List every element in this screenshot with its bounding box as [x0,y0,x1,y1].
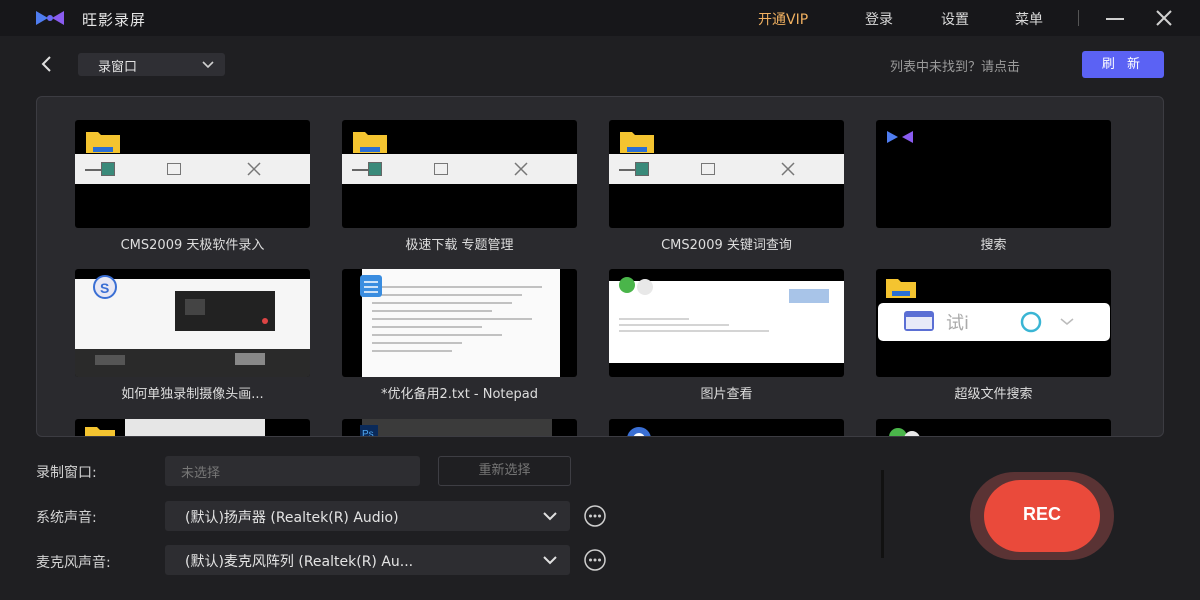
reselect-button[interactable]: 重新选择 [438,456,571,486]
window-title: 搜索 [980,238,1007,253]
window-thumbnail [609,419,844,436]
window-title: CMS2009 关键词查询 [661,238,792,253]
explorer-preview [85,419,265,436]
settings-button[interactable]: 设置 [941,9,969,29]
system-audio-select[interactable]: (默认)扬声器 (Realtek(R) Audio) [165,501,570,531]
chevron-down-icon [543,556,557,565]
system-audio-value: (默认)扬声器 (Realtek(R) Audio) [185,510,399,526]
app-title: 旺影录屏 [82,11,147,29]
window-thumbnail [342,120,577,228]
window-title: 如何单独录制摄像头画... [121,387,264,402]
back-arrow-icon[interactable] [38,55,56,73]
mini-window-bar [609,154,844,184]
capture-mode-select[interactable]: 录窗口 [78,53,225,76]
window-thumbnail: Ps [342,419,577,437]
close-icon [247,162,261,176]
mic-audio-more-icon[interactable] [583,548,607,572]
window-title: *优化备用2.txt - Notepad [381,387,538,402]
search-tool-preview: 试i [878,279,1110,341]
window-thumbnail [75,419,310,436]
mic-audio-select[interactable]: (默认)麦克风阵列 (Realtek(R) Au... [165,545,570,575]
window-thumbnail [75,120,310,228]
folder-icon [620,132,654,153]
titlebar-divider [1078,10,1079,26]
window-thumbnail: 试i [876,269,1111,377]
close-icon [781,162,795,176]
browser-preview: S [75,275,310,377]
record-window-field[interactable]: 未选择 [165,456,420,486]
rec-button-label: REC [1022,504,1061,524]
capture-mode-value: 录窗口 [98,60,138,75]
system-audio-label: 系统声音: [36,510,97,526]
not-found-hint: 列表中未找到？请点击 [890,60,1021,75]
vertical-divider [881,470,884,558]
window-thumbnail [609,120,844,228]
mic-audio-value: (默认)麦克风阵列 (Realtek(R) Au... [185,554,414,570]
chevron-down-icon [202,61,214,69]
mini-window-bar [342,154,577,184]
vip-button[interactable]: 开通VIP [758,9,808,29]
folder-icon [353,132,387,153]
folder-icon [86,132,120,153]
window-title: 超级文件搜索 [954,387,1033,402]
app-logo-icon [887,131,913,143]
notepad-preview [360,269,560,377]
close-icon [514,162,528,176]
window-title: CMS2009 天极软件录入 [120,238,265,253]
photoshop-preview: Ps [360,419,552,437]
window-thumbnail [876,120,1111,228]
rec-button[interactable]: REC [970,472,1114,560]
mini-window-bar [75,154,310,184]
login-button[interactable]: 登录 [865,9,893,29]
window-title: 极速下载 专题管理 [405,238,514,253]
chevron-down-icon [543,512,557,521]
window-thumbnail: S [75,269,310,377]
refresh-button[interactable]: 刷 新 [1082,51,1164,78]
window-title: 图片查看 [700,387,753,402]
svg-text:试i: 试i [946,313,969,334]
image-viewer-preview [609,277,844,363]
menu-button[interactable]: 菜单 [1015,9,1043,29]
title-bar: 旺影录屏 开通VIP 登录 设置 菜单 [0,0,1200,36]
mic-audio-label: 麦克风声音: [36,555,111,571]
window-thumbnail [342,269,577,377]
close-icon[interactable] [1152,6,1176,30]
svg-text:Ps: Ps [362,429,374,437]
window-thumbnail [876,419,1111,436]
app-logo-icon [36,11,64,25]
minimize-icon[interactable] [1104,8,1128,28]
system-audio-more-icon[interactable] [583,504,607,528]
svg-text:S: S [100,280,109,296]
window-gallery: CMS2009 天极软件录入 极速下载 专题管理 CMS2009 关键词查询 搜… [36,96,1164,437]
app-preview [627,427,651,436]
wechat-preview [889,428,920,436]
window-thumbnail [609,269,844,377]
record-window-label: 录制窗口: [36,465,97,481]
